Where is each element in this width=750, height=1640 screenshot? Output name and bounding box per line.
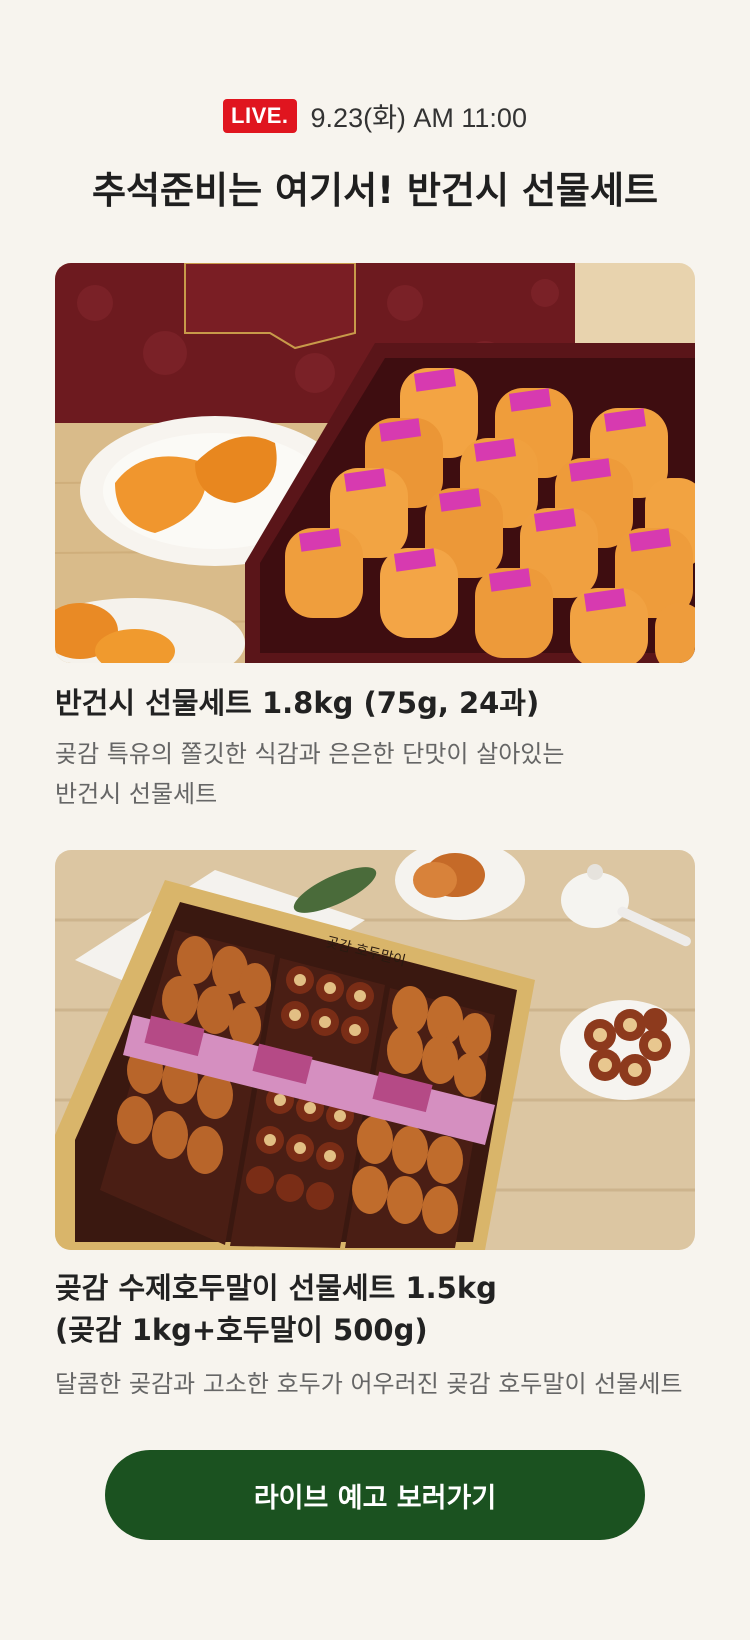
live-badge: LIVE. xyxy=(223,98,297,133)
live-preview-button[interactable]: 라이브 예고 보러가기 xyxy=(105,1450,645,1540)
product-title-line: (곶감 1kg+호두말이 500g) xyxy=(55,1313,428,1347)
page-title: 추석준비는 여기서! 반건시 선물세트 xyxy=(91,169,659,212)
product-description: 곶감 특유의 쫄깃한 식감과 은은한 단맛이 살아있는 반건시 선물세트 xyxy=(55,734,695,814)
product-description-line: 곶감 특유의 쫄깃한 식감과 은은한 단맛이 살아있는 xyxy=(55,740,565,768)
product-description-line: 반건시 선물세트 xyxy=(55,780,218,808)
product-description: 달콤한 곶감과 고소한 호두가 어우러진 곶감 호두말이 선물세트 xyxy=(55,1370,683,1398)
product-image-persimmon-box[interactable] xyxy=(55,263,695,663)
product-title[interactable]: 반건시 선물세트 1.8kg (75g, 24과) xyxy=(55,682,695,724)
product-title-line: 곶감 수제호두말이 선물세트 1.5kg xyxy=(55,1271,497,1305)
product-image-walnut-persimmon-box[interactable]: 곶감 호두말이 xyxy=(55,850,695,1250)
live-schedule: LIVE. 9.23(화) AM 11:00 xyxy=(0,96,750,135)
product-title[interactable]: 곶감 수제호두말이 선물세트 1.5kg (곶감 1kg+호두말이 500g) xyxy=(55,1267,695,1351)
live-datetime: 9.23(화) AM 11:00 xyxy=(310,103,527,133)
